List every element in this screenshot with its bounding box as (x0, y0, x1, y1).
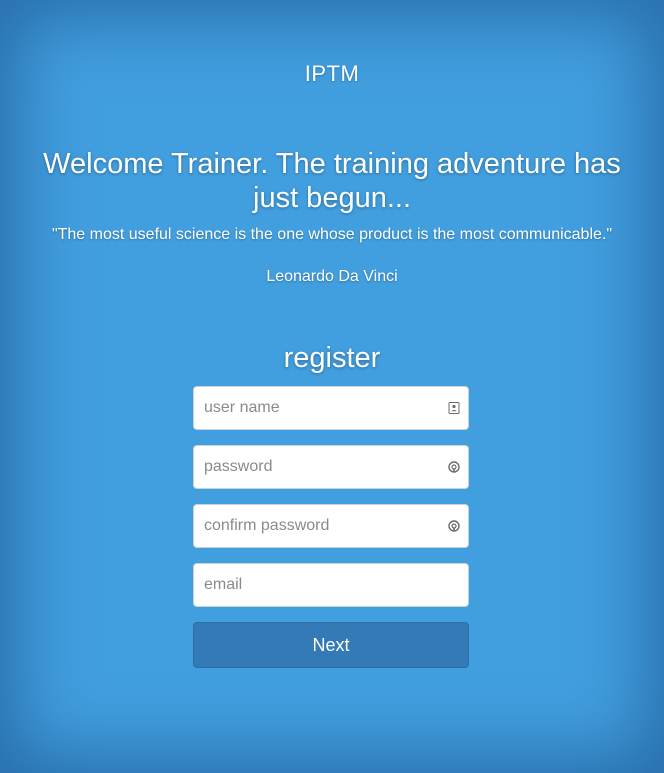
password-input[interactable] (194, 446, 468, 488)
quote-author: Leonardo Da Vinci (266, 268, 398, 285)
username-input[interactable] (194, 387, 468, 429)
quote-text: "The most useful science is the one whos… (51, 226, 613, 243)
email-field-wrapper (193, 563, 469, 607)
confirm-password-field-wrapper (193, 504, 469, 548)
contact-card-icon (448, 402, 460, 414)
username-field-wrapper (193, 386, 469, 430)
app-brand: IPTM (304, 61, 360, 86)
lifebuoy-icon (448, 461, 460, 473)
password-field-wrapper (193, 445, 469, 489)
welcome-headline: Welcome Trainer. The training adventure … (43, 148, 621, 214)
form-title: register (283, 342, 381, 374)
confirm-password-input[interactable] (194, 505, 468, 547)
email-input[interactable] (194, 564, 468, 606)
lifebuoy-icon (448, 520, 460, 532)
next-button[interactable]: Next (193, 622, 469, 668)
